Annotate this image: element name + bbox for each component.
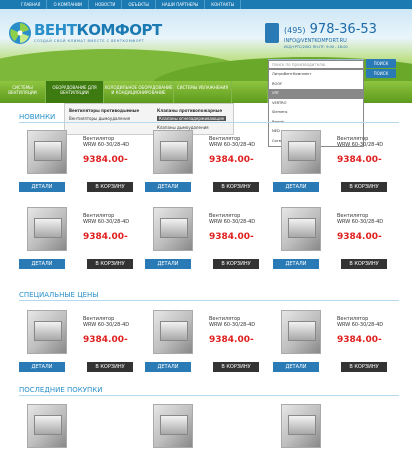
product-image[interactable] [281, 310, 321, 354]
menu-humidification[interactable]: СИСТЕМЫ УВЛАЖНЕНИЯ [174, 81, 232, 103]
product-card-partial [145, 402, 262, 472]
add-to-cart-button[interactable]: В КОРЗИНУ [213, 259, 259, 269]
add-to-cart-button[interactable]: В КОРЗИНУ [341, 362, 387, 372]
product-image[interactable] [27, 130, 67, 174]
nav-home[interactable]: Главная [15, 0, 48, 9]
product-image[interactable] [153, 404, 193, 448]
manufacturer-option[interactable]: ROOF [269, 80, 363, 90]
details-button[interactable]: ДЕТАЛИ [145, 362, 191, 372]
manufacturer-option[interactable]: VERTRO [269, 99, 363, 109]
submenu-valves-fire[interactable]: Клапаны противопожарные [157, 108, 222, 113]
product-image[interactable] [153, 310, 193, 354]
product-image[interactable] [281, 207, 321, 251]
product-card: Вентилятор WRW 60-30/28-4D 9384.00- ДЕТАЛИ В… [145, 128, 262, 198]
nav-objects[interactable]: Объекты [122, 0, 156, 9]
manufacturer-select[interactable]: поиск по производителю [268, 60, 364, 69]
site-search-button[interactable]: ПОИСК [366, 59, 396, 68]
tagline: СОЗДАЙ СВОЙ КЛИМАТ ВМЕСТЕ С ВЕНТКОМФОРТ [34, 39, 145, 43]
add-to-cart-button[interactable]: В КОРЗИНУ [87, 362, 133, 372]
product-price: 9384.00- [337, 232, 382, 242]
email-link[interactable]: INFO@VENTKOMFORT.RU [284, 38, 347, 44]
menu-item-5[interactable] [232, 81, 268, 103]
product-card: Вентилятор WRW 60-30/28-4D 9384.00- ДЕТАЛИ В… [145, 205, 262, 275]
product-name[interactable]: Вентилятор WRW 60-30/28-4D [337, 316, 383, 328]
details-button[interactable]: ДЕТАЛИ [273, 182, 319, 192]
menu-ventilation-systems[interactable]: СИСТЕМЫ ВЕНТИЛЯЦИИ [0, 81, 46, 103]
details-button[interactable]: ДЕТАЛИ [19, 182, 65, 192]
product-card: Вентилятор WRW 60-30/28-4D 9384.00- ДЕТАЛИ В… [145, 308, 262, 378]
manufacturer-search-button[interactable]: ПОИСК [366, 69, 396, 78]
work-hours: ИСД+РТС/2002 ПН-ПТ: 9:00 - 18:00 [284, 45, 348, 49]
product-price: 9384.00- [337, 155, 382, 165]
section-title-new: НОВИНКИ [19, 113, 56, 121]
product-card: Вентилятор WRW 60-30/28-4D 9384.00- ДЕТАЛИ В… [19, 205, 136, 275]
details-button[interactable]: ДЕТАЛИ [273, 259, 319, 269]
manufacturer-option[interactable]: Siemens [269, 108, 363, 118]
product-card: Вентилятор WRW 60-30/28-4D 9384.00- ДЕТАЛИ В… [273, 128, 390, 198]
add-to-cart-button[interactable]: В КОРЗИНУ [87, 259, 133, 269]
logo-text[interactable]: ВЕНТКОМФОРТ [34, 21, 162, 39]
product-image[interactable] [281, 130, 321, 174]
product-price: 9384.00- [83, 335, 128, 345]
product-card: Вентилятор WRW 60-30/28-4D 9384.00- ДЕТАЛИ В… [273, 205, 390, 275]
product-name[interactable]: Вентилятор WRW 60-30/28-4D [209, 136, 255, 148]
details-button[interactable]: ДЕТАЛИ [273, 362, 319, 372]
product-name[interactable]: Вентилятор WRW 60-30/28-4D [209, 316, 255, 328]
product-price: 9384.00- [83, 155, 128, 165]
product-card-partial [273, 402, 390, 472]
details-button[interactable]: ДЕТАЛИ [19, 362, 65, 372]
top-nav: Главная О компании Новости Объекты Наши … [0, 0, 412, 9]
add-to-cart-button[interactable]: В КОРЗИНУ [213, 362, 259, 372]
product-price: 9384.00- [83, 232, 128, 242]
menu-cooling-equipment[interactable]: ХОЛОДИЛЬНОЕ ОБОРУДОВАНИЕ И КОНДИЦИОНИРОВ… [104, 81, 174, 103]
section-divider [19, 122, 399, 123]
nav-contacts[interactable]: Контакты [205, 0, 242, 9]
submenu-valves-retard[interactable]: Клапаны огнезадерживающие [157, 116, 227, 121]
product-image[interactable] [281, 404, 321, 448]
section-title-special: СПЕЦИАЛЬНЫЕ ЦЕНЫ [19, 291, 99, 299]
details-button[interactable]: ДЕТАЛИ [145, 182, 191, 192]
product-name[interactable]: Вентилятор WRW 60-30/28-4D [83, 136, 129, 148]
product-price: 9384.00- [337, 335, 382, 345]
fan-logo-icon [9, 22, 31, 44]
product-image[interactable] [153, 207, 193, 251]
product-card: Вентилятор WRW 60-30/28-4D 9384.00- ДЕТАЛИ В… [273, 308, 390, 378]
product-image[interactable] [153, 130, 193, 174]
product-image[interactable] [27, 207, 67, 251]
product-card: Вентилятор WRW 60-30/28-4D 9384.00- ДЕТАЛИ В… [19, 128, 136, 198]
product-image[interactable] [27, 404, 67, 448]
manufacturer-option[interactable]: ЛитриВентКомплект [269, 70, 363, 80]
product-price: 9384.00- [209, 335, 254, 345]
nav-news[interactable]: Новости [89, 0, 123, 9]
nav-about[interactable]: О компании [47, 0, 90, 9]
nav-partners[interactable]: Наши партнеры [156, 0, 206, 9]
product-name[interactable]: Вентилятор WRW 60-30/28-4D [209, 213, 255, 225]
product-card: Вентилятор WRW 60-30/28-4D 9384.00- ДЕТАЛИ В… [19, 308, 136, 378]
section-divider [19, 395, 399, 396]
phone-number: (495) 978-36-53 [284, 22, 377, 37]
details-button[interactable]: ДЕТАЛИ [19, 259, 65, 269]
menu-ventilation-equipment[interactable]: ОБОРУДОВАНИЕ ДЛЯ ВЕНТИЛЯЦИИ [46, 81, 104, 103]
product-image[interactable] [27, 310, 67, 354]
product-name[interactable]: Вентилятор WRW 60-30/28-4D [83, 213, 129, 225]
manufacturer-option-selected[interactable]: VRT [269, 89, 363, 99]
add-to-cart-button[interactable]: В КОРЗИНУ [341, 259, 387, 269]
product-card-partial [19, 402, 136, 472]
add-to-cart-button[interactable]: В КОРЗИНУ [87, 182, 133, 192]
product-name[interactable]: Вентилятор WRW 60-30/28-4D [83, 316, 129, 328]
add-to-cart-button[interactable]: В КОРЗИНУ [213, 182, 259, 192]
product-price: 9384.00- [209, 155, 254, 165]
details-button[interactable]: ДЕТАЛИ [145, 259, 191, 269]
add-to-cart-button[interactable]: В КОРЗИНУ [341, 182, 387, 192]
section-divider [19, 300, 399, 301]
submenu-fans-exhaust[interactable]: Вентиляторы дымоудаления [69, 116, 130, 121]
phone-icon [265, 23, 279, 43]
product-name[interactable]: Вентилятор WRW 60-30/28-4D [337, 136, 383, 148]
product-name[interactable]: Вентилятор WRW 60-30/28-4D [337, 213, 383, 225]
product-price: 9384.00- [209, 232, 254, 242]
submenu-fans-smoke[interactable]: Вентиляторы противодымные [69, 108, 139, 113]
section-title-recent: ПОСЛЕДНИЕ ПОКУПКИ [19, 386, 103, 394]
